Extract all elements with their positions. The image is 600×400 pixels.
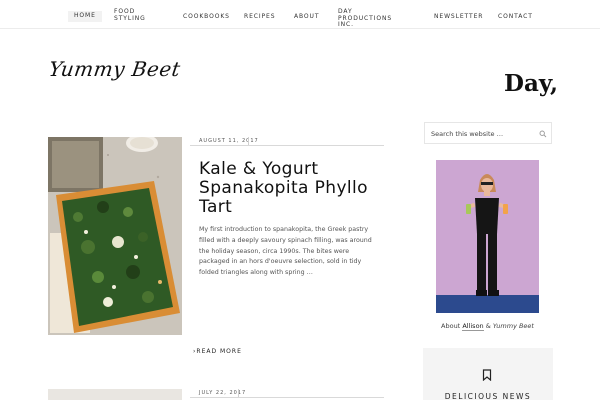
read-more-link[interactable]: ›READ MORE	[193, 347, 242, 357]
header-day-wordmark: Day,	[504, 70, 559, 97]
post-featured-image[interactable]	[48, 137, 182, 335]
about-amp: &	[485, 322, 491, 330]
nav-recipes[interactable]: RECIPES	[244, 13, 275, 21]
newsletter-title: DELICIOUS NEWS	[444, 392, 532, 400]
post-date: AUGUST 11, 2017	[199, 138, 259, 144]
about-author-link[interactable]: Allison	[462, 322, 484, 331]
post-date: JULY 22, 2017	[199, 390, 247, 396]
date-divider	[248, 137, 249, 145]
read-more-label: READ MORE	[196, 348, 242, 355]
nav-home[interactable]: HOME	[68, 11, 102, 22]
spanakopita-tart-image	[48, 137, 182, 335]
post-title[interactable]: Kale & Yogurt Spanakopita Phyllo Tart	[199, 160, 384, 217]
about-prefix: About	[441, 322, 461, 330]
nav-about[interactable]: ABOUT	[294, 13, 319, 21]
nav-day-productions[interactable]: DAY PRODUCTIONS INC.	[338, 8, 408, 29]
author-photo	[436, 160, 539, 313]
bookmark-icon	[482, 369, 492, 381]
post-date-bar: JULY 22, 2017	[190, 389, 384, 398]
post-featured-image[interactable]	[48, 389, 182, 400]
search-input[interactable]	[431, 128, 535, 139]
search-widget	[424, 122, 552, 144]
nav-food-styling[interactable]: FOOD STYLING	[114, 8, 154, 22]
nav-newsletter[interactable]: NEWSLETTER	[434, 13, 483, 21]
author-photo-illustration	[436, 160, 539, 313]
top-nav: HOME FOOD STYLING COOKBOOKS RECIPES ABOU…	[0, 0, 600, 29]
search-icon[interactable]	[539, 130, 547, 138]
post-excerpt: My first introduction to spanakopita, th…	[199, 226, 372, 277]
about-author-line: About Allison & Yummy Beet	[436, 322, 539, 331]
nav-cookbooks[interactable]: COOKBOOKS	[183, 13, 230, 21]
nav-contact[interactable]: CONTACT	[498, 13, 533, 21]
site-logo[interactable]: Yummy Beet	[47, 57, 182, 81]
about-site-name: Yummy Beet	[492, 322, 534, 330]
post-date-bar: AUGUST 11, 2017	[190, 137, 384, 146]
date-divider	[238, 389, 239, 397]
